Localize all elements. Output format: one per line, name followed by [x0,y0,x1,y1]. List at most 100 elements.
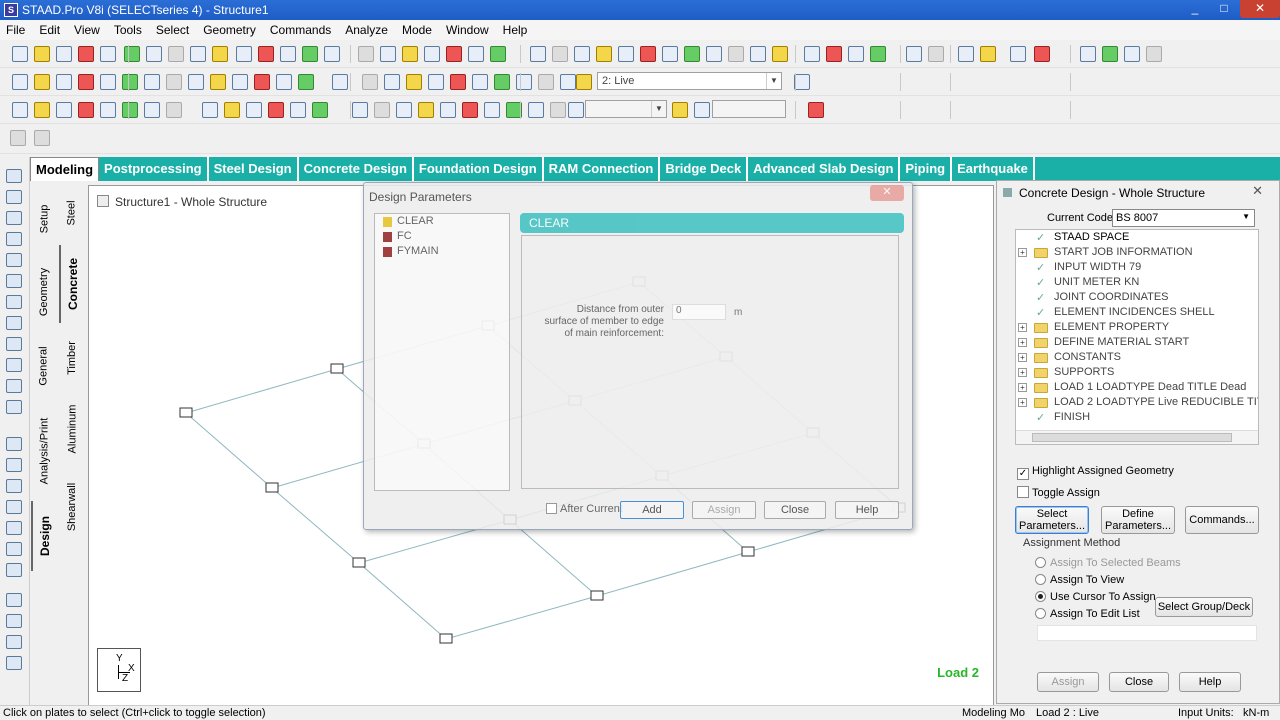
left-tool-icon[interactable] [6,656,22,670]
toolbar-tool-icon[interactable] [418,102,434,118]
left-tool-icon[interactable] [6,542,22,556]
tree-item[interactable]: + CONSTANTS [1016,350,1258,365]
toolbar-tool-icon[interactable] [290,102,306,118]
toolbar-tool-icon[interactable] [188,74,204,90]
assignment-radio[interactable]: Assign To Selected Beams [1035,557,1181,569]
toolbar-tool-icon[interactable] [12,74,28,90]
toolbar-tool-icon[interactable] [358,46,374,62]
toolbar-tool-icon[interactable] [124,46,140,62]
toolbar-tool-icon[interactable] [662,46,678,62]
toolbar-tool-icon[interactable] [224,102,240,118]
toolbar-tool-icon[interactable] [958,46,974,62]
toolbar-tool-icon[interactable] [312,102,328,118]
toolbar-tool-icon[interactable] [324,46,340,62]
toolbar-tool-icon[interactable] [298,74,314,90]
left-tool-icon[interactable] [6,593,22,607]
toolbar-tool-icon[interactable] [446,46,462,62]
toolbar-tool-icon[interactable] [576,74,592,90]
left-tool-icon[interactable] [6,232,22,246]
toolbar-tool-icon[interactable] [210,74,226,90]
toolbar-tool-icon[interactable] [254,74,270,90]
toolbar-tool-icon[interactable] [78,74,94,90]
maximize-button[interactable]: □ [1211,0,1237,18]
toolbar-tool-icon[interactable] [34,130,50,146]
toolbar-tool-icon[interactable] [424,46,440,62]
toolbar-tool-icon[interactable] [396,102,412,118]
close-window-button[interactable]: ✕ [1240,0,1280,18]
toolbar-tool-icon[interactable] [1080,46,1096,62]
toolbar-tool-icon[interactable] [1146,46,1162,62]
param-item-fc[interactable]: FC [375,230,509,244]
left-tool-icon[interactable] [6,479,22,493]
vtab-design[interactable]: Design [31,501,57,571]
menu-file[interactable]: File [6,23,25,37]
toolbar-tool-icon[interactable] [78,102,94,118]
tab-piping[interactable]: Piping [900,157,953,181]
toolbar-tool-icon[interactable] [190,46,206,62]
tree-item[interactable]: ✓ UNIT METER KN [1016,275,1258,290]
toolbar-tool-icon[interactable] [232,74,248,90]
panel-assign-button[interactable]: Assign [1037,672,1099,692]
tree-item[interactable]: ✓ JOINT COORDINATES [1016,290,1258,305]
toolbar-tool-icon[interactable] [1034,46,1050,62]
toolbar-tool-icon[interactable] [384,74,400,90]
minimize-button[interactable]: _ [1182,0,1208,18]
left-tool-icon[interactable] [6,169,22,183]
toolbar-tool-icon[interactable] [596,46,612,62]
vtab-general[interactable]: General [31,331,57,401]
left-tool-icon[interactable] [6,563,22,577]
tree-item[interactable]: ✓ ELEMENT INCIDENCES SHELL [1016,305,1258,320]
after-current-checkbox[interactable]: After Current [546,503,623,515]
dialog-close-action-button[interactable]: Close [764,501,826,519]
toolbar-tool-icon[interactable] [352,102,368,118]
menu-select[interactable]: Select [156,23,189,37]
expand-icon[interactable]: + [1018,368,1027,377]
add-button[interactable]: Add [620,501,684,519]
toolbar-tool-icon[interactable] [268,102,284,118]
assign-button[interactable]: Assign [692,501,756,519]
toolbar-combo-1[interactable]: ▼ [585,100,667,118]
toolbar-tool-icon[interactable] [462,102,478,118]
toolbar-tool-icon[interactable] [870,46,886,62]
toolbar-tool-icon[interactable] [258,46,274,62]
toolbar-tool-icon[interactable] [440,102,456,118]
left-tool-icon[interactable] [6,521,22,535]
toolbar-tool-icon[interactable] [34,74,50,90]
vtab-setup[interactable]: Setup [31,185,57,253]
toolbar-tool-icon[interactable] [280,46,296,62]
panel-help-button[interactable]: Help [1179,672,1241,692]
menu-tools[interactable]: Tools [114,23,142,37]
toolbar-tool-icon[interactable] [750,46,766,62]
left-tool-icon[interactable] [6,274,22,288]
toolbar-tool-icon[interactable] [672,102,688,118]
tree-item[interactable]: + ELEMENT PROPERTY [1016,320,1258,335]
tab-steel-design[interactable]: Steel Design [209,157,299,181]
vtab-timber[interactable]: Timber [59,327,85,389]
scroll-thumb[interactable] [1032,433,1232,442]
toolbar-tool-icon[interactable] [538,74,554,90]
commands-button[interactable]: Commands... [1185,506,1259,534]
tree-item[interactable]: ✓ INPUT WIDTH 79 [1016,260,1258,275]
toolbar-tool-icon[interactable] [1102,46,1118,62]
current-code-select[interactable]: BS 8007 ▼ [1112,209,1255,227]
vtab-steel[interactable]: Steel [59,185,85,241]
left-tool-icon[interactable] [6,614,22,628]
toolbar-tool-icon[interactable] [100,46,116,62]
toolbar-tool-icon[interactable] [122,74,138,90]
toolbar-tool-icon[interactable] [530,46,546,62]
toolbar-tool-icon[interactable] [684,46,700,62]
toolbar-tool-icon[interactable] [808,102,824,118]
toolbar-tool-icon[interactable] [34,46,50,62]
tree-item[interactable]: + SUPPORTS [1016,365,1258,380]
left-tool-icon[interactable] [6,437,22,451]
toolbar-tool-icon[interactable] [78,46,94,62]
toolbar-tool-icon[interactable] [804,46,820,62]
left-tool-icon[interactable] [6,316,22,330]
vtab-concrete[interactable]: Concrete [59,245,85,323]
toolbar-tool-icon[interactable] [202,102,218,118]
param-item-fymain[interactable]: FYMAIN [375,245,509,259]
left-tool-icon[interactable] [6,190,22,204]
menu-analyze[interactable]: Analyze [345,23,388,37]
define-parameters-button[interactable]: Define Parameters... [1101,506,1175,534]
toolbar-tool-icon[interactable] [848,46,864,62]
